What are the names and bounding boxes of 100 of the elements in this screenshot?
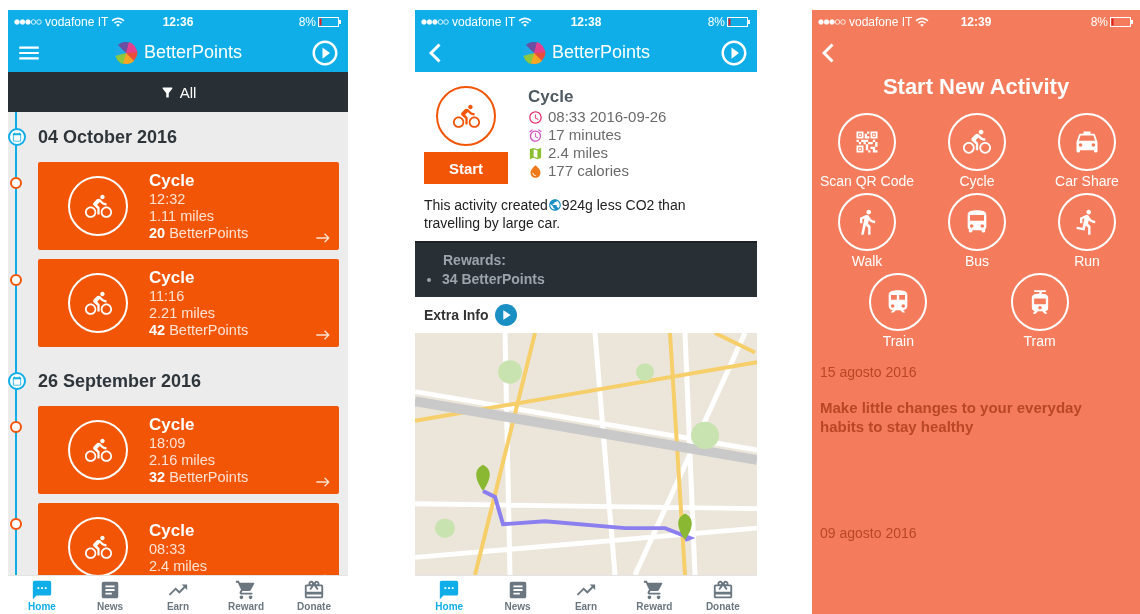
tab-bar-item[interactable]: Donate: [280, 576, 348, 614]
activity-name: Cycle: [149, 170, 196, 191]
drop-icon: [528, 163, 543, 179]
car-icon: [1058, 113, 1116, 171]
battery-percent: 8%: [1090, 14, 1108, 29]
activity-distance: 1.11 miles: [149, 208, 215, 225]
date-heading: 04 October 2016: [38, 126, 178, 148]
activity-points: 32 BetterPoints: [149, 469, 250, 486]
battery-percent: 8%: [298, 14, 316, 29]
map-icon: [528, 145, 543, 161]
status-time: 12:39: [960, 14, 992, 29]
screen-title: Start New Activity: [881, 73, 1071, 101]
bicycle-icon: [68, 273, 128, 333]
train-icon: [869, 273, 928, 331]
news-headline: Make little changes to your everyday habits to stay healthy: [820, 398, 1083, 436]
battery-percent: 8%: [707, 14, 725, 29]
activity-name: Cycle: [149, 414, 196, 435]
activity-option[interactable]: Bus: [922, 193, 1032, 269]
alarm-clock-icon: [528, 127, 543, 143]
activity-distance: 2.21 miles: [149, 305, 217, 322]
date-heading: 26 September 2016: [38, 370, 202, 392]
activity-time: 12:32: [149, 191, 187, 208]
activity-option[interactable]: Tram: [984, 273, 1095, 349]
activity-time: 11:16: [149, 288, 186, 305]
chat-bubble-icon: [31, 578, 53, 601]
tab-bar-item[interactable]: News: [483, 576, 552, 614]
co2-text: travelling by large car.: [424, 214, 562, 232]
status-time: 12:36: [162, 14, 194, 29]
chat-bubble-icon: [438, 578, 461, 601]
reward-item: 34 BetterPoints: [442, 270, 545, 289]
co2-text: This activity created: [424, 196, 548, 214]
activity-option[interactable]: Car Share: [1032, 113, 1140, 189]
timeline-dot: [10, 177, 22, 189]
signal-icon: [818, 18, 846, 25]
gift-icon: [711, 578, 734, 601]
tab-bar-item[interactable]: Reward: [212, 576, 280, 614]
tab-bar-item[interactable]: Home: [8, 576, 76, 614]
activity-option[interactable]: Cycle: [922, 113, 1032, 189]
start-button[interactable]: Start: [424, 152, 508, 184]
activity-detail: 08:33 2016-09-26: [548, 108, 667, 126]
activity-option[interactable]: Run: [1032, 193, 1140, 269]
rewards-title: Rewards:: [442, 251, 508, 270]
activity-detail: 17 minutes: [548, 126, 622, 144]
play-icon[interactable]: [494, 304, 517, 326]
running-person-icon: [1058, 193, 1116, 251]
battery-icon: [727, 16, 751, 27]
extra-info-link[interactable]: Extra Info: [424, 307, 489, 323]
pinwheel-logo-icon: [113, 40, 138, 65]
app-title: BetterPoints: [143, 42, 243, 63]
timeline-dot: [10, 421, 22, 433]
bicycle-icon: [68, 420, 128, 480]
tab-bar-item[interactable]: Home: [415, 576, 484, 614]
bullet-icon: [427, 277, 431, 282]
app-title: BetterPoints: [551, 42, 651, 63]
activity-distance: 2.4 miles: [149, 557, 209, 575]
carrier-name: vodafone IT: [45, 14, 109, 29]
signal-icon: [421, 18, 449, 25]
bicycle-icon: [948, 113, 1006, 171]
co2-text: 924g less CO2 than: [561, 196, 686, 214]
tab-bar-item[interactable]: Donate: [688, 576, 757, 614]
cart-icon: [235, 578, 257, 601]
calendar-icon: [8, 372, 26, 390]
filter-button[interactable]: All: [8, 72, 348, 112]
activity-option[interactable]: Walk: [812, 193, 922, 269]
news-date: 15 agosto 2016: [820, 363, 918, 382]
activity-detail: 177 calories: [548, 162, 629, 180]
bus-icon: [948, 193, 1006, 251]
activity-card[interactable]: Cycle 12:32 1.11 miles 20 BetterPoints: [38, 162, 339, 250]
activity-option[interactable]: Train: [843, 273, 954, 349]
activity-time: 18:09: [149, 435, 187, 452]
carrier-name: vodafone IT: [452, 14, 516, 29]
clock-icon: [528, 109, 543, 125]
activity-detail: 2.4 miles: [548, 144, 609, 162]
signal-icon: [14, 18, 42, 25]
back-button[interactable]: [429, 42, 441, 63]
activity-name: Cycle: [149, 519, 196, 541]
bicycle-icon: [436, 86, 496, 146]
gift-icon: [303, 578, 325, 601]
walking-person-icon: [838, 193, 896, 251]
activity-time: 08:33: [149, 540, 187, 558]
tram-icon: [1010, 273, 1069, 331]
tab-bar-item[interactable]: News: [76, 576, 144, 614]
activity-card[interactable]: Cycle 18:09 2.16 miles 32 BetterPoints: [38, 406, 339, 494]
back-button[interactable]: [822, 42, 834, 63]
timeline-dot: [10, 518, 22, 530]
status-time: 12:38: [570, 14, 602, 29]
timeline-dot: [10, 274, 22, 286]
tab-bar-item[interactable]: Earn: [144, 576, 212, 614]
activity-card[interactable]: Cycle 08:33 2.4 miles: [38, 503, 339, 575]
calendar-icon: [8, 128, 26, 146]
activity-option[interactable]: Scan QR Code: [812, 113, 922, 189]
pinwheel-logo-icon: [521, 40, 546, 65]
tab-bar-item[interactable]: Reward: [620, 576, 689, 614]
activity-card[interactable]: Cycle 11:16 2.21 miles 42 BetterPoints: [38, 259, 339, 347]
activity-points: 20 BetterPoints: [149, 225, 250, 242]
tab-bar-item[interactable]: Earn: [551, 576, 621, 614]
battery-icon: [1110, 16, 1134, 27]
qr-code-icon: [838, 113, 896, 171]
globe-icon: [547, 198, 562, 212]
activity-points: 42 BetterPoints: [149, 322, 250, 339]
